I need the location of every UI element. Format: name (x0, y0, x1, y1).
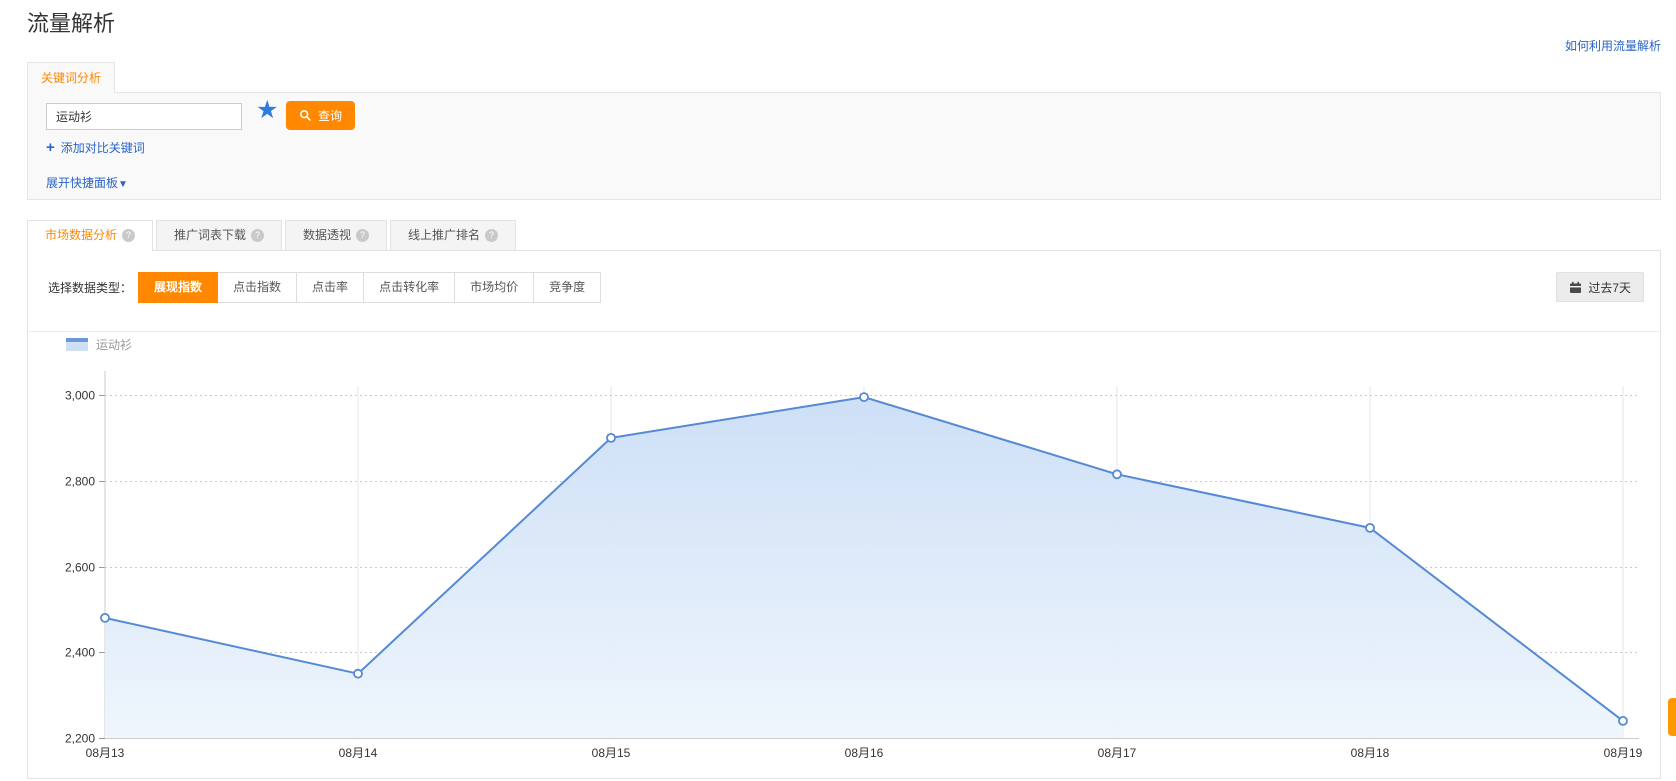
tab-promo-wordlist-download[interactable]: 推广词表下载? (156, 220, 282, 251)
search-icon (299, 109, 312, 122)
series-area-fill (105, 397, 1623, 738)
date-range-button[interactable]: 过去7天 (1556, 272, 1644, 302)
data-type-click-rate[interactable]: 点击率 (296, 272, 364, 303)
y-axis-label: 3,000 (65, 389, 95, 403)
x-axis-label: 08月13 (86, 746, 125, 760)
tab-label: 线上推广排名 (408, 228, 480, 242)
x-axis-label: 08月17 (1098, 746, 1137, 760)
legend-swatch (66, 338, 88, 351)
data-type-click-index[interactable]: 点击指数 (217, 272, 297, 303)
data-type-label: 选择数据类型： (48, 279, 132, 296)
keyword-input[interactable] (46, 103, 242, 130)
tab-label: 数据透视 (303, 228, 351, 242)
x-axis-label: 08月19 (1604, 746, 1643, 760)
add-compare-keyword-label: 添加对比关键词 (61, 139, 145, 156)
favorite-star-icon[interactable]: ★ (256, 95, 278, 125)
tab-data-pivot[interactable]: 数据透视? (285, 220, 387, 251)
line-chart[interactable]: 2,200 2,400 2,600 2,800 3,000 08月13 08月14 08月15… (41, 356, 1651, 766)
traffic-analysis-page: 流量解析 如何利用流量解析 关键词分析 ★ 查询 + 添加对比关键词 展开快捷面… (0, 0, 1676, 781)
analysis-tab-bar: 市场数据分析? 推广词表下载? 数据透视? 线上推广排名? (27, 220, 516, 251)
date-range-label: 过去7天 (1588, 279, 1631, 296)
data-type-conversion-rate[interactable]: 点击转化率 (363, 272, 455, 303)
help-icon[interactable]: ? (356, 229, 369, 242)
help-icon[interactable]: ? (122, 229, 135, 242)
help-icon[interactable]: ? (485, 229, 498, 242)
feedback-button-partial[interactable] (1668, 698, 1676, 736)
data-point[interactable] (354, 670, 362, 678)
expand-quick-panel-link[interactable]: 展开快捷面板▼ (46, 174, 128, 191)
page-title: 流量解析 (27, 6, 115, 38)
tab-keyword-analysis[interactable]: 关键词分析 (27, 62, 115, 93)
data-point[interactable] (1366, 524, 1374, 532)
data-point[interactable] (1619, 717, 1627, 725)
query-button[interactable]: 查询 (286, 101, 355, 130)
y-axis-label: 2,200 (65, 732, 95, 746)
data-type-toolbar: 选择数据类型： 展现指数 点击指数 点击率 点击转化率 市场均价 竞争度 (48, 272, 601, 303)
query-button-label: 查询 (318, 107, 342, 124)
y-axis-label: 2,400 (65, 646, 95, 660)
y-axis-label: 2,800 (65, 475, 95, 489)
chart-canvas[interactable]: 2,200 2,400 2,600 2,800 3,000 08月13 08月14 08月15… (41, 356, 1651, 766)
x-axis-label: 08月15 (592, 746, 631, 760)
data-type-impression-index[interactable]: 展现指数 (138, 272, 218, 303)
legend-label: 运动衫 (96, 336, 132, 353)
tab-label: 推广词表下载 (174, 228, 246, 242)
y-axis-label: 2,600 (65, 561, 95, 575)
how-to-use-link[interactable]: 如何利用流量解析 (1565, 37, 1661, 54)
market-data-panel: 选择数据类型： 展现指数 点击指数 点击率 点击转化率 市场均价 竞争度 过去7… (27, 250, 1661, 779)
data-point[interactable] (860, 393, 868, 401)
legend-item[interactable]: 运动衫 (66, 336, 132, 353)
keyword-panel: ★ 查询 + 添加对比关键词 展开快捷面板▼ (27, 92, 1661, 200)
x-axis-label: 08月16 (845, 746, 884, 760)
help-icon[interactable]: ? (251, 229, 264, 242)
add-compare-keyword-link[interactable]: + 添加对比关键词 (46, 139, 145, 156)
toolbar-separator (29, 331, 1659, 332)
x-axis-label: 08月14 (339, 746, 378, 760)
plus-icon: + (46, 139, 55, 156)
tab-online-promo-ranking[interactable]: 线上推广排名? (390, 220, 516, 251)
data-point[interactable] (101, 614, 109, 622)
data-type-market-avg-price[interactable]: 市场均价 (454, 272, 534, 303)
data-type-competition[interactable]: 竞争度 (533, 272, 601, 303)
x-axis-label: 08月18 (1351, 746, 1390, 760)
data-point[interactable] (1113, 470, 1121, 478)
chevron-down-icon: ▼ (118, 179, 128, 190)
calendar-icon (1569, 281, 1582, 294)
tab-market-data-analysis[interactable]: 市场数据分析? (27, 220, 153, 251)
data-point[interactable] (607, 434, 615, 442)
expand-quick-panel-label: 展开快捷面板 (46, 176, 118, 190)
tab-label: 市场数据分析 (45, 228, 117, 242)
